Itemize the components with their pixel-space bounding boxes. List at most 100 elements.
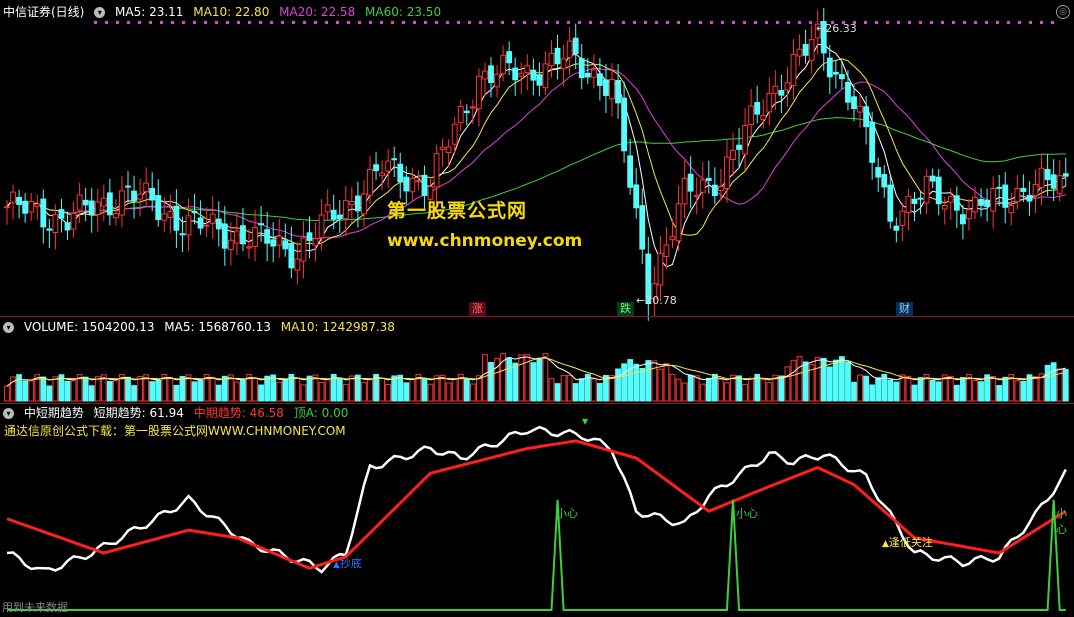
candle-down xyxy=(421,174,428,196)
volume-bar-up xyxy=(669,373,676,402)
indicator-toggle-icon[interactable]: ▾ xyxy=(3,408,14,419)
volume-bar-down xyxy=(179,375,186,402)
candle-up xyxy=(772,85,779,94)
candle-down xyxy=(869,121,876,163)
volume-bar-up xyxy=(379,377,386,402)
candle-down xyxy=(512,67,519,81)
candle-down xyxy=(336,214,343,220)
volume-bar-down xyxy=(615,368,621,402)
volume-bar-up xyxy=(300,384,307,402)
candle-down xyxy=(355,195,361,212)
candle-down xyxy=(306,232,313,241)
candle-down xyxy=(125,185,131,188)
volume-bar-up xyxy=(342,384,349,402)
volume-bar-up xyxy=(766,382,773,402)
volume-bar-down xyxy=(597,382,603,402)
volume-bar-down xyxy=(391,375,398,402)
candle-down xyxy=(875,167,882,178)
volume-bar-down xyxy=(639,367,646,402)
candle-up xyxy=(518,72,525,77)
volume-bar-down xyxy=(845,361,851,402)
candle-down xyxy=(633,184,640,209)
candle-down xyxy=(536,74,543,86)
candle-up xyxy=(724,156,730,189)
volume-bar-up xyxy=(693,375,700,402)
volume-bar-up xyxy=(482,354,488,402)
volume-bar-up xyxy=(1032,376,1039,402)
candle-up xyxy=(119,190,125,216)
candle-down xyxy=(46,228,53,231)
candle-up xyxy=(4,206,10,209)
volume-bar-down xyxy=(106,381,113,402)
volume-bar-up xyxy=(681,382,688,402)
candle-up xyxy=(899,210,906,226)
candle-up xyxy=(409,177,416,193)
candle-up xyxy=(445,146,452,154)
top-marker-label: ▼ xyxy=(582,417,589,426)
candle-down xyxy=(88,200,95,216)
volume-bar-up xyxy=(548,378,555,402)
volume-bar-down xyxy=(403,382,410,402)
volume-bar-up xyxy=(276,381,283,402)
candle-down xyxy=(960,214,966,225)
volume-bar-up xyxy=(385,383,392,402)
candle-up xyxy=(167,211,174,218)
volume-toggle-icon[interactable]: ▾ xyxy=(3,322,14,333)
candle-up xyxy=(542,63,549,89)
candle-down xyxy=(64,222,71,231)
volume-bar-up xyxy=(657,368,664,402)
candle-down xyxy=(240,225,246,245)
volume-bar-down xyxy=(1020,381,1027,402)
candle-down xyxy=(530,69,537,81)
candle-up xyxy=(227,239,234,251)
candle-up xyxy=(947,196,954,203)
volume-bar-up xyxy=(590,378,597,402)
candle-down xyxy=(391,158,398,161)
candle-up xyxy=(966,209,972,220)
candle-down xyxy=(578,58,585,79)
candle-up xyxy=(469,106,476,109)
candle-up xyxy=(790,53,797,87)
volume-bar-up xyxy=(94,376,101,402)
volume-bar-down xyxy=(621,363,628,402)
candle-down xyxy=(826,57,833,78)
candle-down xyxy=(984,199,991,207)
candle-down xyxy=(978,198,984,206)
volume-bar-up xyxy=(137,376,143,402)
candle-down xyxy=(832,71,839,75)
candle-down xyxy=(615,79,621,104)
finance-badge[interactable]: 财 xyxy=(896,302,913,316)
candle-down xyxy=(16,196,23,205)
volume-bar-up xyxy=(542,353,549,402)
volume-bar-up xyxy=(905,375,912,402)
candle-up xyxy=(203,224,210,227)
volume-bar-up xyxy=(367,379,373,402)
candle-up xyxy=(415,180,422,183)
candle-down xyxy=(1044,169,1051,181)
volume-bar-down xyxy=(578,378,585,402)
volume-bar-down xyxy=(512,362,519,402)
candle-up xyxy=(94,201,101,216)
high-price-value: 26.33 xyxy=(825,22,857,35)
volume-bar-up xyxy=(1014,380,1021,402)
candle-up xyxy=(748,105,755,126)
candle-down xyxy=(330,209,337,220)
candle-up xyxy=(905,195,912,214)
volume-bar-down xyxy=(221,375,228,402)
candle-up xyxy=(760,115,767,120)
candle-down xyxy=(282,240,289,250)
candle-up xyxy=(276,235,283,246)
candle-up xyxy=(318,214,325,239)
volume-bar-down xyxy=(839,356,845,402)
fall-badge[interactable]: 跌 xyxy=(617,302,634,316)
volume-bar-down xyxy=(826,366,833,402)
volume-bar-down xyxy=(282,379,289,402)
panel-divider-1 xyxy=(0,316,1074,317)
candle-up xyxy=(730,149,736,161)
candle-up xyxy=(10,191,16,204)
rise-badge[interactable]: 涨 xyxy=(469,302,486,316)
candle-down xyxy=(893,225,900,231)
candle-down xyxy=(149,187,156,201)
volume-bar-down xyxy=(46,385,53,402)
volume-bar-down xyxy=(306,375,313,402)
